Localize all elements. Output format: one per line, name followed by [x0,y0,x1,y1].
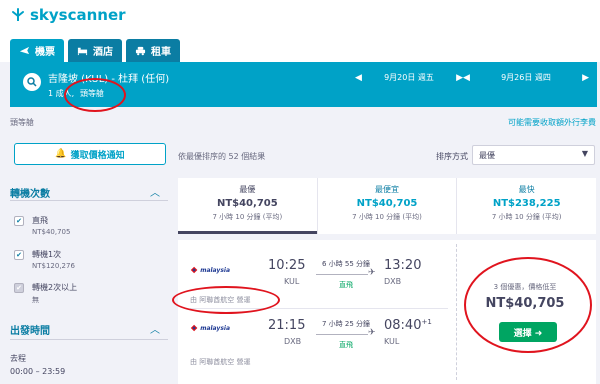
stop-option-price: NT$120,276 [32,262,75,270]
search-icon [27,77,37,87]
outbound-stops: 直飛 [339,281,353,289]
depart-date[interactable]: 9月20日 週五 [384,72,434,83]
top-bar: skyscanner 機票 酒店 租車 [0,0,600,62]
chevron-up-icon[interactable]: ︿ [150,184,160,199]
inbound-duration: 7 小時 25 分鐘 [321,320,371,328]
airline-logo: malaysia [190,322,230,334]
outbound-arrive-time: 13:20 [384,258,422,273]
sun-logo-icon [12,8,24,21]
route-line [316,334,368,335]
next-return-date-button[interactable]: ▶ [582,73,589,83]
airline-logo: malaysia [190,264,230,276]
tab-duration: 7 小時 10 分鐘 (平均) [491,213,562,221]
airline-kite-icon [190,266,198,274]
stop-option-price: 無 [32,296,39,304]
tab-duration: 7 小時 10 分鐘 (平均) [212,213,283,221]
price-alert-button[interactable]: 🔔 獲取價格通知 [14,143,166,165]
stop-option-price: NT$40,705 [32,228,71,236]
tab-fastest[interactable]: 最快 NT$238,225 7 小時 10 分鐘 (平均) [457,178,596,234]
brand-name: skyscanner [30,6,126,24]
stop-option-label: 轉機2次以上 [32,283,78,292]
tab-price: NT$40,705 [356,198,418,209]
checkbox-one-stop[interactable]: ✔ [14,250,24,260]
car-icon [135,46,146,56]
prev-depart-date-button[interactable]: ◀ [355,73,362,83]
stop-option-label: 轉機1次 [32,250,62,259]
tab-title: 最快 [518,185,535,194]
stop-option-label: 直飛 [32,216,48,225]
return-date-nav: ◀ 9月26日 週四 ▶ [463,72,597,83]
tab-hotels[interactable]: 酒店 [68,39,122,62]
airline-name: malaysia [200,324,230,332]
tab-title: 最便宜 [375,185,399,194]
tab-label: 機票 [35,47,55,58]
annotation-circle-operator [172,286,280,314]
inbound-arrive-code: KUL [384,337,400,346]
sort-value: 最優 [479,151,495,160]
return-date[interactable]: 9月26日 週四 [501,72,551,83]
tab-cheapest[interactable]: 最便宜 NT$40,705 7 小時 10 分鐘 (平均) [318,178,458,234]
skyscanner-logo[interactable]: skyscanner [10,6,126,24]
outbound-depart-code: KUL [284,277,300,286]
plane-icon [19,46,30,55]
checkbox-two-plus-stops[interactable]: ✔ [14,283,24,293]
next-depart-date-button[interactable]: ▶ [456,73,463,83]
departure-time-title[interactable]: 出發時間 [10,322,50,337]
bell-icon: 🔔 [55,149,67,159]
plane-icon: ✈ [368,328,376,338]
chevron-up-icon[interactable]: ︿ [150,321,160,336]
next-day-indicator: +1 [421,318,432,326]
airline-kite-icon [190,324,198,332]
sort-dropdown[interactable]: 最優 ▼ [472,145,595,165]
price-alert-label: 獲取價格通知 [70,150,125,161]
outbound-depart-time: 10:25 [268,258,306,273]
search-button[interactable] [23,73,41,91]
tab-flights[interactable]: 機票 [10,39,64,62]
outbound-duration: 6 小時 55 分鐘 [321,260,371,268]
route-line [316,274,368,275]
tab-label: 酒店 [93,47,113,58]
tab-label: 租車 [151,47,171,58]
airline-name: malaysia [200,266,230,274]
checkbox-direct[interactable]: ✔ [14,216,24,226]
inbound-stops: 直飛 [339,341,353,349]
bed-icon [77,47,88,56]
sort-label: 排序方式 [436,152,468,161]
prev-return-date-button[interactable]: ◀ [463,73,470,83]
tab-title: 最優 [239,185,256,194]
tab-price: NT$238,225 [492,198,561,209]
inbound-operated-by: 由 阿聯酋航空 營運 [190,358,251,366]
tab-duration: 7 小時 10 分鐘 (平均) [352,213,422,221]
divider [10,200,168,201]
inbound-arrive-time: 08:40+1 [384,318,432,333]
inbound-arrive-time-value: 08:40 [384,318,422,333]
inbound-depart-code: DXB [284,337,302,346]
results-count: 依最優排序的 52 個結果 [178,152,266,161]
depart-date-nav: ◀ 9月20日 週五 ▶ [355,72,463,83]
stops-filter-title[interactable]: 轉機次數 [10,185,50,200]
sort-tabs: 最優 NT$40,705 7 小時 10 分鐘 (平均) 最便宜 NT$40,7… [178,178,596,234]
chevron-down-icon: ▼ [581,149,588,158]
outbound-label: 去程 [10,354,26,363]
plane-icon: ✈ [368,268,376,278]
outbound-time-range: 00:00 – 23:59 [10,367,66,376]
divider [10,339,168,340]
tab-best[interactable]: 最優 NT$40,705 7 小時 10 分鐘 (平均) [178,178,318,234]
baggage-fees-link[interactable]: 可能需要收取額外行李費 [508,117,596,128]
annotation-circle-cabin [64,78,126,112]
outbound-arrive-code: DXB [384,277,402,286]
product-tabs: 機票 酒店 租車 [10,39,180,62]
annotation-circle-price [464,257,592,353]
cabin-filter-label: 頭等艙 [10,118,34,127]
tab-car-hire[interactable]: 租車 [126,39,180,62]
tab-price: NT$40,705 [216,198,278,209]
inbound-depart-time: 21:15 [268,318,306,333]
